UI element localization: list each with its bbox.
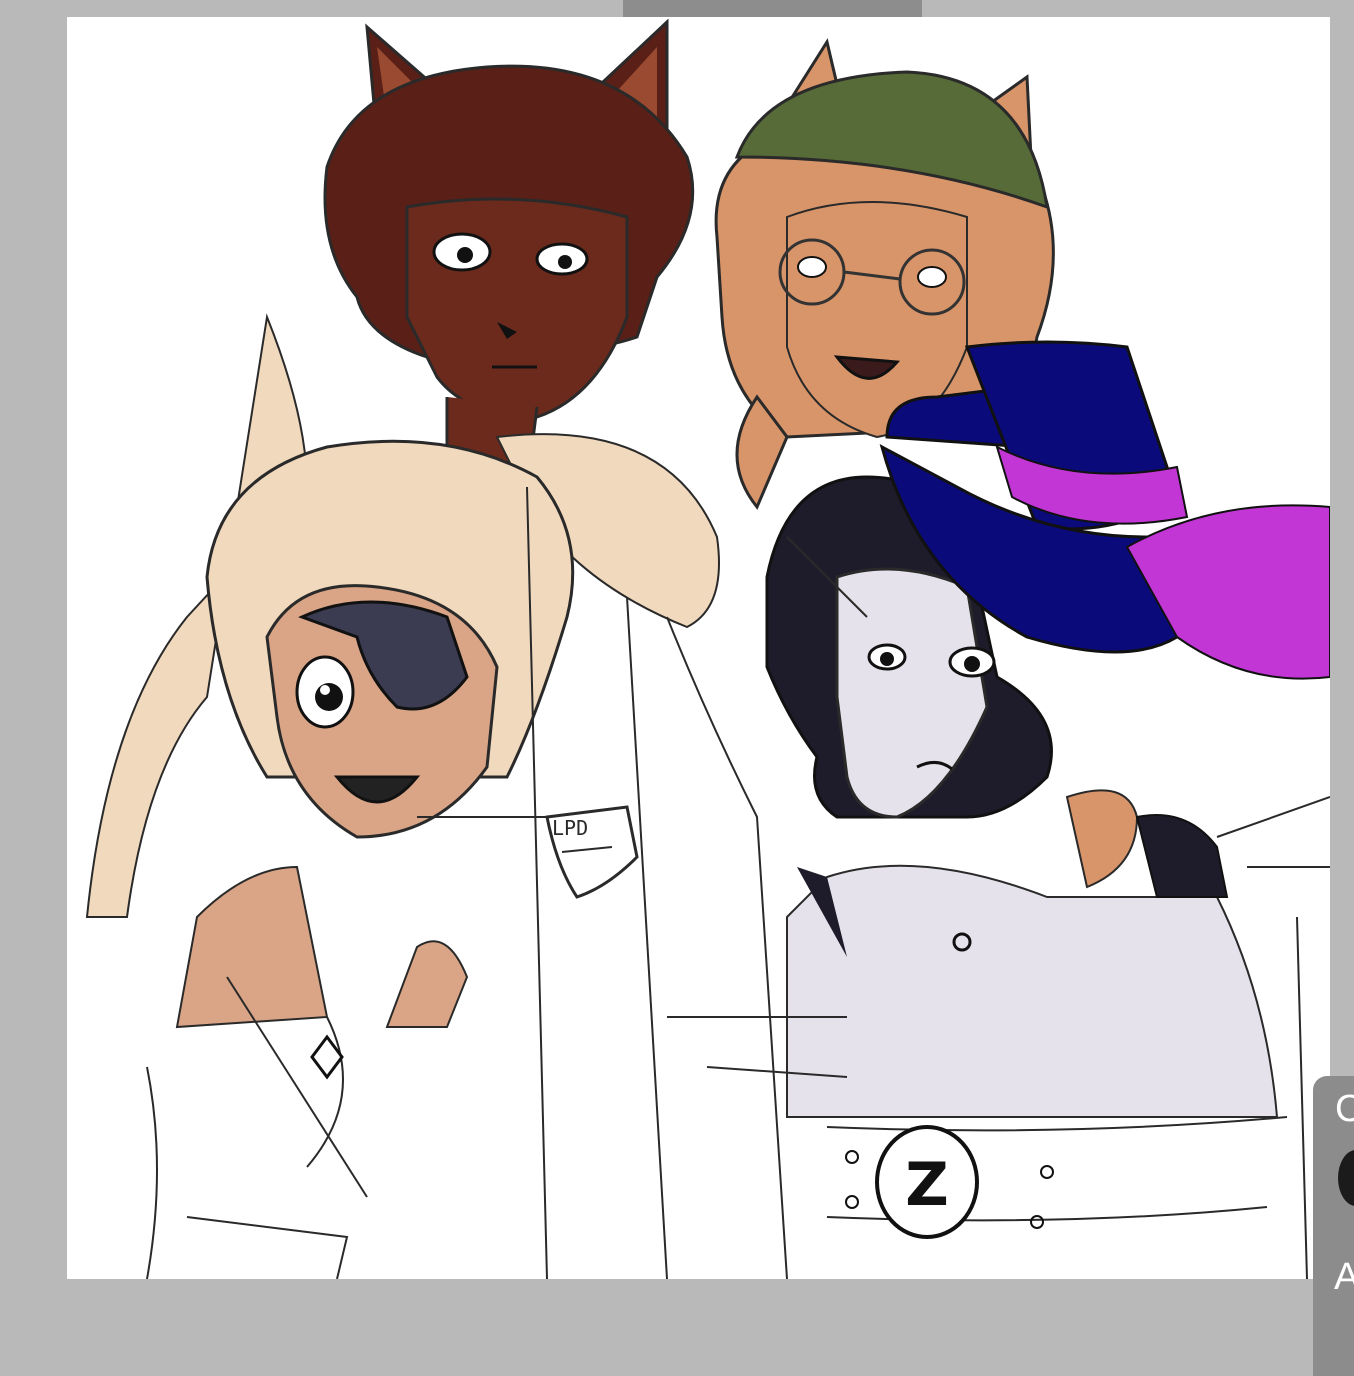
- belt-buckle-letter: Z: [905, 1150, 949, 1220]
- character-blonde-eyepatch: [85, 313, 720, 1029]
- lpd-badge-text: LPD: [552, 816, 588, 840]
- character-brown-wolf: [323, 18, 695, 489]
- side-panel-label-top: C: [1335, 1088, 1354, 1130]
- artwork-illustration: LPD Z: [85, 18, 1330, 1279]
- side-panel-label-bottom: A: [1334, 1256, 1354, 1298]
- lpd-badge: LPD: [545, 805, 639, 899]
- character-tophat: [765, 340, 1330, 1118]
- drawing-canvas[interactable]: LPD Z: [67, 17, 1330, 1279]
